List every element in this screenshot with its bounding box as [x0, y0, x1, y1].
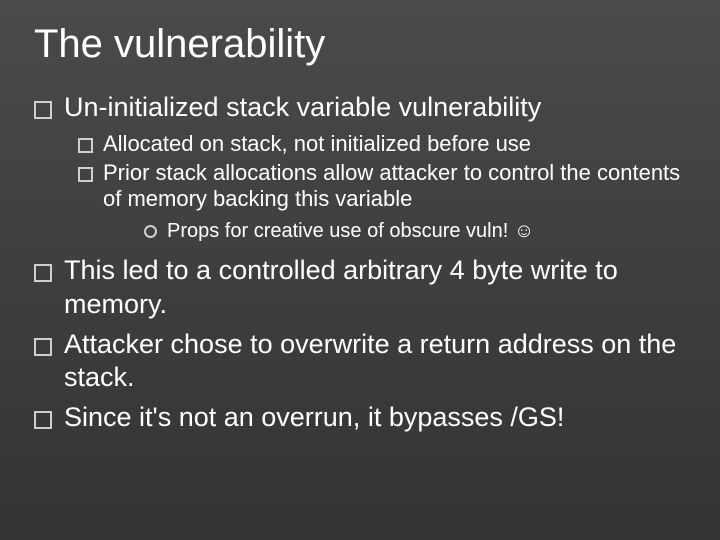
bullet-level2: Allocated on stack, not initialized befo…: [78, 131, 686, 158]
circle-bullet-icon: [144, 225, 157, 238]
bullet-text: Un-initialized stack variable vulnerabil…: [64, 91, 686, 125]
square-bullet-icon: [34, 101, 52, 119]
square-bullet-icon: [34, 264, 52, 282]
bullet-text: Prior stack allocations allow attacker t…: [103, 160, 686, 214]
bullet-level3: Props for creative use of obscure vuln! …: [144, 219, 686, 244]
square-bullet-icon: [34, 411, 52, 429]
bullet-text: This led to a controlled arbitrary 4 byt…: [64, 254, 686, 322]
slide: The vulnerability Un-initialized stack v…: [0, 0, 720, 540]
square-bullet-icon: [78, 167, 93, 182]
bullet-level1: This led to a controlled arbitrary 4 byt…: [34, 254, 686, 322]
bullet-level1: Un-initialized stack variable vulnerabil…: [34, 91, 686, 125]
bullet-text: Attacker chose to overwrite a return add…: [64, 328, 686, 396]
bullet-text: Since it's not an overrun, it bypasses /…: [64, 401, 686, 435]
bullet-level1: Since it's not an overrun, it bypasses /…: [34, 401, 686, 435]
bullet-level2: Prior stack allocations allow attacker t…: [78, 160, 686, 214]
bullet-text: Allocated on stack, not initialized befo…: [103, 131, 686, 158]
page-title: The vulnerability: [34, 22, 686, 67]
bullet-level1: Attacker chose to overwrite a return add…: [34, 328, 686, 396]
bullet-text: Props for creative use of obscure vuln! …: [167, 219, 686, 244]
square-bullet-icon: [78, 138, 93, 153]
square-bullet-icon: [34, 338, 52, 356]
